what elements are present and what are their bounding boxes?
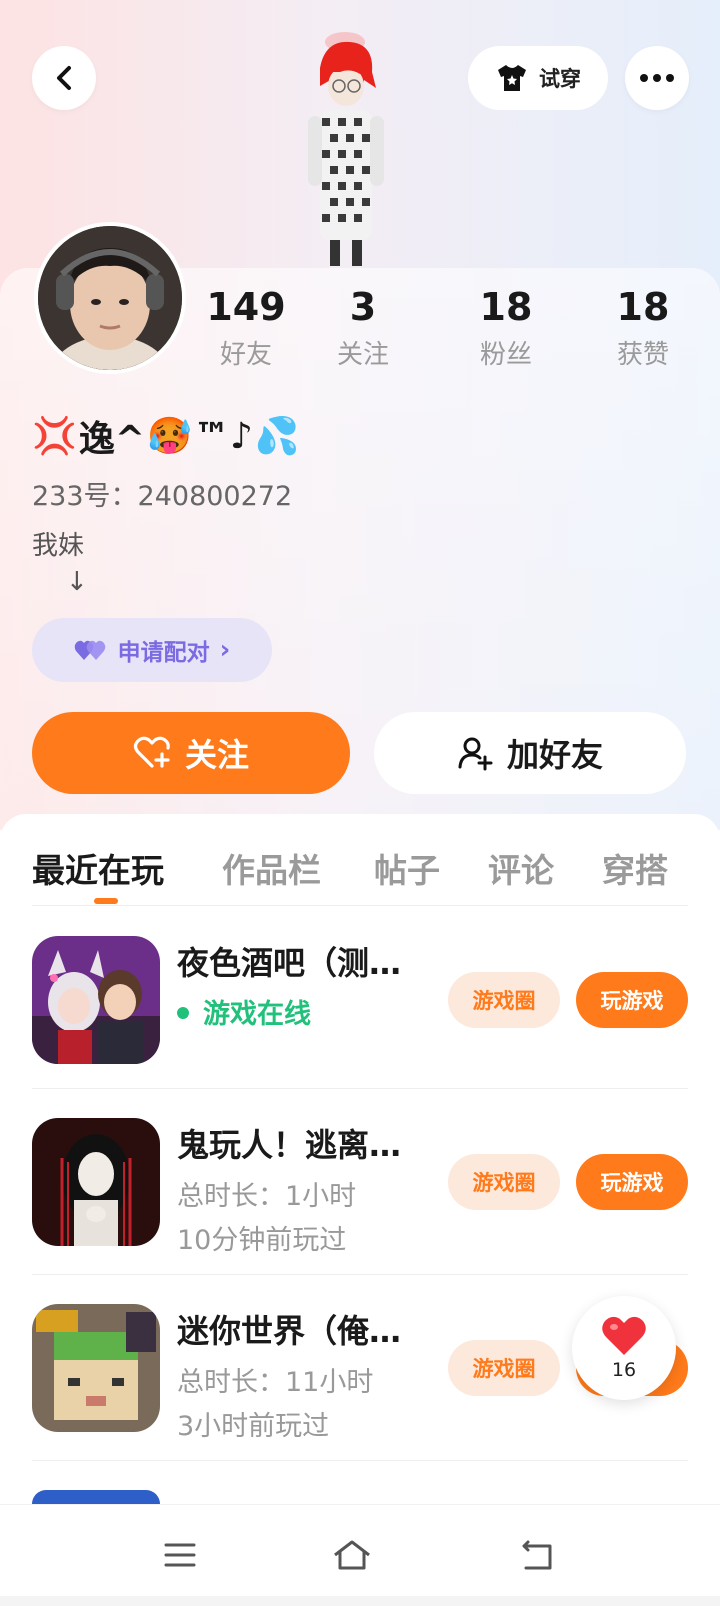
- tab-recent-play[interactable]: 最近在玩: [32, 844, 164, 892]
- nickname-text-b: ™♪: [193, 415, 253, 457]
- total-playtime: 总时长：1小时: [177, 1181, 357, 1212]
- divider: [32, 1274, 688, 1275]
- avatar-3d-figure[interactable]: [290, 28, 400, 268]
- total-playtime: 总时长：11小时: [177, 1367, 374, 1398]
- stat-label: 好友: [219, 340, 272, 370]
- user-id: 233号：240800272: [32, 481, 293, 512]
- last-played: 3小时前玩过: [177, 1411, 330, 1442]
- game-icon: [32, 936, 160, 1064]
- stat-value: 18: [479, 285, 533, 329]
- heart-icon: [602, 1316, 646, 1355]
- game-icon: [32, 1490, 160, 1504]
- stat-label: 关注: [336, 340, 389, 370]
- divider: [32, 1460, 688, 1461]
- back-button[interactable]: [32, 46, 96, 110]
- nav-home-button[interactable]: [332, 1535, 372, 1575]
- tshirt-icon: [498, 65, 526, 91]
- stat-likes[interactable]: 18 获赞: [583, 284, 703, 371]
- try-on-button[interactable]: 试穿: [468, 46, 608, 110]
- stat-label: 粉丝: [479, 340, 532, 370]
- game-title: 迷你世界（俺…: [177, 1312, 402, 1350]
- online-status-text: 游戏在线: [203, 999, 311, 1030]
- more-button[interactable]: [625, 46, 689, 110]
- try-on-label: 试穿: [539, 67, 581, 91]
- divider: [32, 1088, 688, 1089]
- tab-works[interactable]: 作品栏: [222, 844, 321, 892]
- active-tab-indicator: [94, 898, 118, 904]
- list-item[interactable]: 夜色酒吧（测… 游戏在线 游戏圈 玩游戏: [32, 936, 688, 1122]
- system-navigation-bar: [0, 1504, 720, 1606]
- tab-outfits[interactable]: 穿搭: [602, 844, 668, 892]
- bio-line: ↓: [66, 567, 88, 597]
- stat-value: 18: [616, 285, 670, 329]
- like-float-button[interactable]: 16: [572, 1296, 676, 1400]
- add-friend-label: 加好友: [506, 736, 603, 774]
- request-pair-button[interactable]: 申请配对 ›: [32, 618, 272, 682]
- anger-emoji: 💢: [32, 416, 77, 457]
- nickname-text-a: 逸^: [78, 419, 145, 460]
- person-add-icon: [458, 737, 493, 771]
- menu-icon: [164, 1543, 196, 1567]
- chevron-left-icon: [57, 66, 71, 90]
- like-count: 16: [611, 1359, 637, 1381]
- game-title: 鬼玩人！逃离…: [177, 1126, 402, 1164]
- play-game-button[interactable]: 玩游戏: [576, 972, 688, 1028]
- last-played: 10分钟前玩过: [177, 1225, 347, 1256]
- hearts-icon: [74, 640, 105, 660]
- stat-following[interactable]: 3 关注: [303, 284, 423, 371]
- bio: 我妹 ↓: [32, 528, 88, 600]
- bio-line: 我妹: [32, 531, 85, 561]
- pair-label: 申请配对: [117, 640, 210, 666]
- nav-back-button[interactable]: [518, 1535, 558, 1575]
- hot-face-emoji: 🥵: [147, 416, 192, 457]
- screen-edge: [0, 1596, 720, 1606]
- stat-fans[interactable]: 18 粉丝: [446, 284, 566, 371]
- stat-friends[interactable]: 149 好友: [186, 284, 306, 371]
- profile-tabs: 最近在玩 作品栏 帖子 评论 穿搭: [0, 814, 720, 904]
- stat-label: 获赞: [616, 340, 669, 370]
- game-circle-button[interactable]: 游戏圈: [448, 972, 560, 1028]
- sweat-drops-emoji: 💦: [254, 416, 300, 457]
- nav-menu-button[interactable]: [160, 1535, 200, 1575]
- follow-label: 关注: [184, 736, 249, 774]
- tab-posts[interactable]: 帖子: [374, 844, 440, 892]
- home-icon: [334, 1540, 370, 1570]
- game-icon: [32, 1118, 160, 1246]
- more-dots-icon: [640, 74, 674, 82]
- divider: [32, 905, 688, 906]
- stat-value: 3: [349, 285, 377, 329]
- tab-comments[interactable]: 评论: [488, 844, 554, 892]
- stat-value: 149: [206, 285, 286, 329]
- game-icon: [32, 1304, 160, 1432]
- play-game-button[interactable]: 玩游戏: [576, 1154, 688, 1210]
- add-friend-button[interactable]: 加好友: [374, 712, 686, 794]
- follow-button[interactable]: 关注: [32, 712, 350, 794]
- online-dot-icon: [177, 1006, 189, 1019]
- avatar[interactable]: [34, 222, 186, 374]
- back-icon: [522, 1540, 552, 1570]
- game-circle-button[interactable]: 游戏圈: [448, 1154, 560, 1210]
- game-title: 夜色酒吧（测…: [177, 944, 402, 982]
- game-circle-button[interactable]: 游戏圈: [448, 1340, 560, 1396]
- avatar-photo: [38, 226, 182, 370]
- list-item[interactable]: 鬼玩人！逃离… 总时长：1小时 10分钟前玩过 游戏圈 玩游戏: [32, 1118, 688, 1304]
- online-status: 游戏在线: [177, 992, 311, 1031]
- nickname: 💢 逸^ 🥵 ™♪ 💦: [32, 410, 300, 462]
- chevron-right-icon: ›: [219, 635, 231, 665]
- heart-plus-icon: [133, 736, 170, 768]
